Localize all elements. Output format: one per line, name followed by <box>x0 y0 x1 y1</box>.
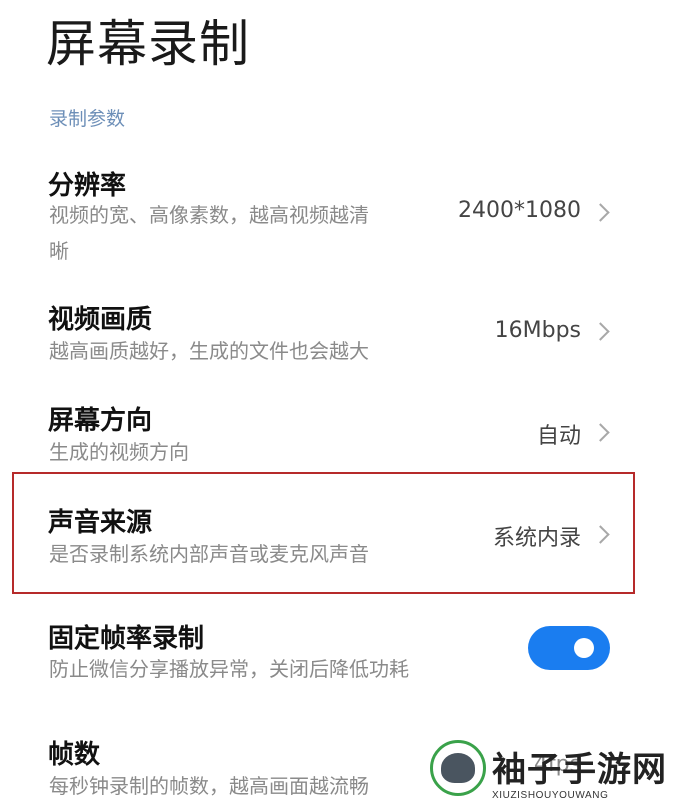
setting-title: 屏幕方向 <box>48 406 153 436</box>
setting-title: 视频画质 <box>48 305 153 335</box>
chevron-right-icon <box>591 525 610 544</box>
watermark-sub: XIUZISHOUYOUWANG <box>492 790 609 801</box>
toggle-knob <box>574 638 594 658</box>
bird-logo-icon <box>430 740 486 796</box>
setting-resolution[interactable]: 分辨率 视频的宽、高像素数，越高视频越清 晰 2400*1080 <box>0 160 679 270</box>
setting-value: 16Mbps <box>494 318 581 343</box>
setting-value: 系统内录 <box>492 526 581 551</box>
chevron-right-icon <box>591 322 610 341</box>
setting-title: 帧数 <box>48 740 101 770</box>
setting-value: 2400*1080 <box>458 198 581 223</box>
setting-desc: 每秒钟录制的帧数，越高画面越流畅 <box>49 774 369 798</box>
setting-video-quality[interactable]: 视频画质 越高画质越好，生成的文件也会越大 16Mbps <box>0 294 679 374</box>
watermark: 袖子手游网 XIUZISHOUYOUWANG <box>430 740 679 809</box>
chevron-right-icon <box>591 423 610 442</box>
setting-desc: 越高画质越好，生成的文件也会越大 <box>49 339 369 363</box>
setting-screen-orientation[interactable]: 屏幕方向 生成的视频方向 自动 <box>0 396 679 476</box>
section-label: 录制参数 <box>49 108 126 130</box>
setting-audio-source[interactable]: 声音来源 是否录制系统内部声音或麦克风声音 系统内录 <box>0 498 679 578</box>
setting-value: 自动 <box>536 424 581 449</box>
setting-desc-line: 视频的宽、高像素数，越高视频越清 <box>49 203 369 227</box>
chevron-right-icon <box>591 203 610 222</box>
setting-desc: 是否录制系统内部声音或麦克风声音 <box>49 542 369 566</box>
setting-desc: 防止微信分享播放异常，关闭后降低功耗 <box>49 657 409 681</box>
setting-desc: 视频的宽、高像素数，越高视频越清 晰 <box>49 197 369 269</box>
setting-desc-line: 晰 <box>49 239 69 263</box>
setting-title: 声音来源 <box>48 508 153 538</box>
bird-icon <box>441 753 475 783</box>
page-title: 屏幕录制 <box>46 15 250 73</box>
fixed-frame-rate-toggle[interactable] <box>528 626 610 670</box>
setting-title: 固定帧率录制 <box>48 624 205 654</box>
setting-desc: 生成的视频方向 <box>49 440 189 464</box>
watermark-brand: 袖子手游网 <box>492 750 667 790</box>
